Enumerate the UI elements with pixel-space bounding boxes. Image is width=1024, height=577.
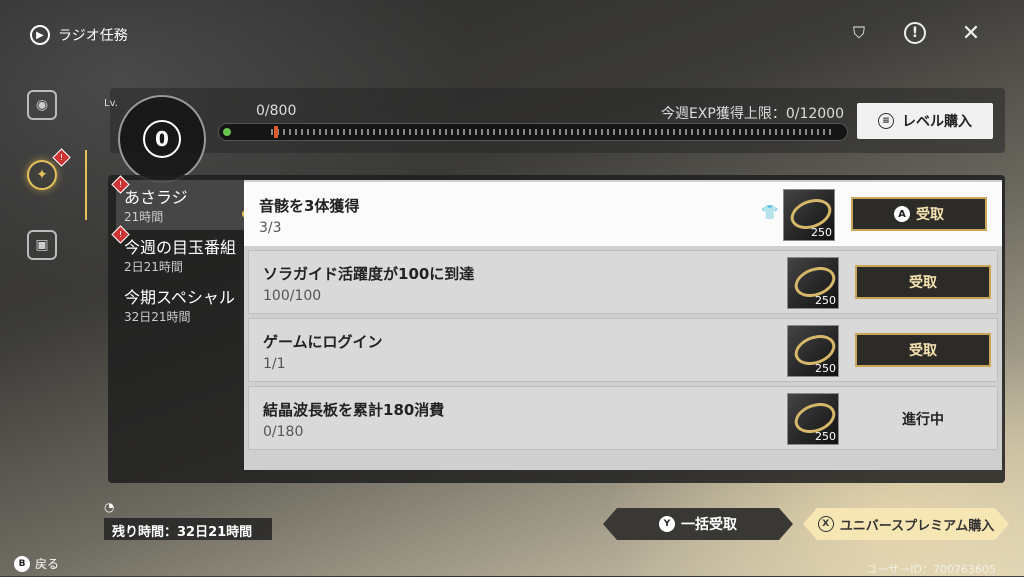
task-row[interactable]: ソラガイド活躍度が100に到達 100/100 250 受取 [248,250,998,314]
claim-label: 受取 [909,275,937,291]
level-value: 0 [143,120,181,158]
exp-progress-text: 0/800 [256,103,297,119]
task-title: ソラガイド活躍度が100に到達 [263,265,475,283]
back-label: 戻る [35,557,60,571]
premium-purchase-button[interactable]: X ユニバースプレミアム購入 [803,508,1009,540]
task-list: 音骸を3体獲得 3/3 👕 250 A 受取 ソラガイド活躍度が100に到達 1… [244,180,1002,470]
task-progress: 100/100 [263,288,322,304]
claim-button[interactable]: A 受取 [851,197,987,231]
exp-start-dot [223,128,231,136]
category-time: 32日21時間 [124,310,191,324]
reward-item[interactable]: 250 [787,393,839,445]
level-label: Lv. [104,98,118,109]
menu-icon: ≡ [878,113,894,129]
task-row[interactable]: 音骸を3体獲得 3/3 👕 250 A 受取 [244,182,1002,246]
task-row[interactable]: ゲームにログイン 1/1 250 受取 [248,318,998,382]
sidebar: ◉ ✦ ! ▣ [20,85,80,295]
notice-icon[interactable]: ! [902,20,928,46]
close-icon[interactable]: ✕ [958,20,984,46]
task-progress: 0/180 [263,424,304,440]
premium-label: ユニバースプレミアム購入 [839,518,995,534]
x-key-icon: X [817,516,834,532]
alert-badge: ! [52,148,71,167]
b-key-icon: B [14,555,30,572]
sidebar-item-radio[interactable]: ◉ [22,85,62,125]
category-name: あさラジ [124,188,188,207]
category-item[interactable]: ! あさラジ 21時間 [111,175,250,230]
task-progress: 3/3 [259,220,282,236]
bulk-claim-label: 一括受取 [681,517,737,533]
top-toolbar: ⛉ ! ✕ [846,20,984,46]
reward-qty: 250 [815,362,836,375]
task-title: 結晶波長板を累計180消費 [263,401,445,419]
box-icon: ▣ [27,230,57,260]
back-button[interactable]: B 戻る [14,555,59,572]
remaining-time: 残り時間：32日21時間 [104,518,272,540]
category-item[interactable]: 今期スペシャル 32日21時間 [116,280,244,330]
exp-marker [274,126,278,138]
radio-mission-icon: ▶ [30,25,50,45]
reward-item[interactable]: 250 [787,325,839,377]
active-indicator [85,150,87,220]
window-title: ▶ ラジオ任務 [30,25,128,45]
buy-level-button[interactable]: ≡ レベル購入 [857,103,993,139]
shirt-icon: 👕 [761,205,779,221]
exp-bar [218,123,848,141]
exp-ticks [271,129,835,135]
category-item[interactable]: ! 今週の目玉番組 2日21時間 [111,225,244,280]
claim-label: 受取 [909,343,937,359]
level-badge: 0 [118,95,206,183]
category-name: 今週の目玉番組 [124,238,237,257]
task-title: ゲームにログイン [263,333,383,351]
status-text: 進行中 [902,412,944,428]
reward-item[interactable]: 250 [783,189,835,241]
mission-icon: ✦ [27,160,57,190]
category-time: 2日21時間 [124,260,183,274]
user-id: ユーザーID：700763605 [866,563,996,576]
radio-icon: ◉ [27,90,57,120]
category-time: 21時間 [124,210,164,224]
category-name: 今期スペシャル [124,288,235,307]
buy-level-label: レベル購入 [902,114,972,130]
task-progress: 1/1 [263,356,286,372]
reward-qty: 250 [811,226,832,239]
weekly-exp-limit: 今週EXP獲得上限：0/12000 [660,106,844,122]
task-row[interactable]: 結晶波長板を累計180消費 0/180 250 進行中 [248,386,998,450]
sidebar-item-box[interactable]: ▣ [22,225,62,265]
y-key-icon: Y [659,516,675,532]
reward-icon[interactable]: ⛉ [846,20,872,46]
sidebar-item-mission[interactable]: ✦ ! [22,148,71,195]
claim-button[interactable]: 受取 [855,265,991,299]
task-title: 音骸を3体獲得 [259,197,360,215]
bulk-claim-button[interactable]: Y 一括受取 [603,508,793,540]
reward-qty: 250 [815,294,836,307]
category-list: ! あさラジ 21時間 ! 今週の目玉番組 2日21時間 今期スペシャル 32日… [111,175,250,330]
reward-qty: 250 [815,430,836,443]
claim-label: 受取 [916,207,944,223]
page-title: ラジオ任務 [58,28,128,44]
clock-icon: ◔ [104,500,115,514]
reward-item[interactable]: 250 [787,257,839,309]
a-key-icon: A [894,206,910,222]
claim-button[interactable]: 受取 [855,333,991,367]
